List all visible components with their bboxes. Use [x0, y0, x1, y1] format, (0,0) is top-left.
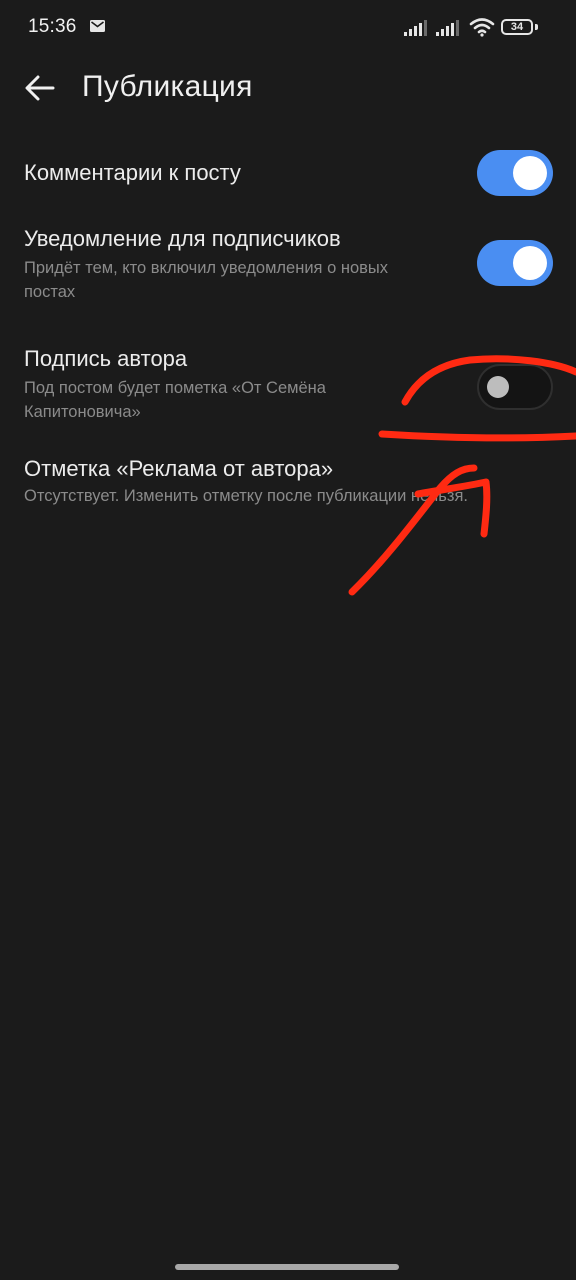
setting-subtitle: Отсутствует. Изменить отметку после публ… — [24, 484, 468, 508]
setting-subtitle-line: Капитоновича» — [24, 403, 141, 421]
setting-subtitle: Придёт тем, кто включил уведомления о но… — [24, 256, 388, 304]
battery-icon: 34 — [501, 19, 533, 35]
setting-title: Подпись автора — [24, 346, 188, 371]
setting-title: Комментарии к посту — [24, 160, 241, 185]
setting-subtitle: Под постом будет пометка «От Семёна Капи… — [24, 376, 326, 424]
page-title: Публикация — [82, 70, 253, 103]
back-button[interactable] — [20, 68, 60, 108]
subscriber-notification-toggle[interactable] — [477, 240, 553, 286]
setting-comments[interactable]: Комментарии к посту — [0, 150, 576, 200]
cell-signal-icon — [404, 20, 427, 36]
setting-title: Отметка «Реклама от автора» — [24, 456, 334, 481]
setting-ad-mark[interactable]: Отметка «Реклама от автора» Отсутствует.… — [0, 454, 576, 514]
setting-subtitle-line: Придёт тем, кто включил уведомления о но… — [24, 259, 388, 277]
toggle-knob — [513, 156, 547, 190]
setting-title: Уведомление для подписчиков — [24, 226, 341, 251]
setting-subscriber-notification[interactable]: Уведомление для подписчиков Придёт тем, … — [0, 224, 576, 310]
setting-subtitle-line: Отсутствует. Изменить отметку после публ… — [24, 487, 468, 505]
toggle-knob — [513, 246, 547, 280]
home-indicator[interactable] — [175, 1264, 399, 1270]
arrow-left-icon — [25, 75, 55, 101]
status-time: 15:36 — [28, 16, 77, 37]
comments-toggle[interactable] — [477, 150, 553, 196]
cell-signal-icon — [436, 20, 459, 36]
battery-tip — [535, 24, 538, 30]
wifi-icon — [469, 18, 495, 37]
toggle-knob — [487, 376, 509, 398]
setting-subtitle-line: Под постом будет пометка «От Семёна — [24, 379, 326, 397]
setting-author-signature[interactable]: Подпись автора Под постом будет пометка … — [0, 344, 576, 430]
author-signature-toggle[interactable] — [477, 364, 553, 410]
status-bar: 15:36 34 — [0, 0, 576, 56]
mail-icon — [90, 20, 105, 32]
toolbar: Публикация — [0, 56, 576, 124]
setting-subtitle-line: постах — [24, 283, 76, 301]
